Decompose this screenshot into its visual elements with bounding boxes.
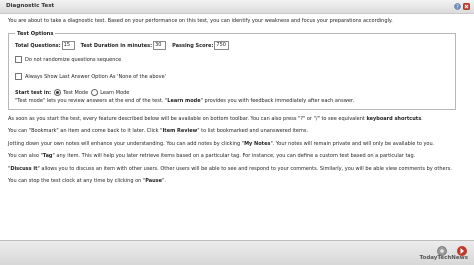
no-randomize-label: Do not randomize questions sequence [25, 56, 122, 63]
test-options-panel: Test Options Total Questions: 15 Test Du… [8, 30, 456, 110]
no-randomize-checkbox[interactable] [15, 56, 22, 64]
toolbar-info-paragraph: As soon as you start the test, every fea… [8, 116, 466, 123]
item-review-text: Item Review [162, 128, 198, 135]
notes-paragraph: Jotting down your own notes will enhance… [8, 141, 466, 148]
mode-description: "Test mode" lets you review answers at t… [15, 98, 449, 105]
pause-bold-text: Pause [145, 178, 163, 185]
duration-label: Test Duration in minutes: [80, 42, 153, 49]
tag-bold-text: Tag [42, 153, 53, 160]
discuss-paragraph: "Discuss it" allows you to discuss an it… [8, 166, 466, 173]
pause-text-end: ". [162, 178, 166, 185]
test-mode-radio[interactable] [54, 89, 62, 97]
notes-text-end: ". Your notes will remain private and wi… [270, 140, 435, 147]
show-last-checkbox[interactable] [15, 73, 22, 81]
mode-desc-part2: " provides you with feedback immediately… [200, 98, 355, 105]
window-title: Diagnostic Test [6, 3, 55, 9]
toolbar-info-text: As soon as you start the test, every fea… [8, 115, 367, 122]
bookmark-text-end: " to list bookmarked and unanswered item… [197, 128, 309, 135]
start-test-label: Start test in: [15, 89, 52, 96]
intro-text: You are about to take a diagnostic test.… [8, 18, 393, 24]
svg-text:?: ? [456, 5, 459, 11]
mode-desc-bold: Learn mode [167, 98, 201, 105]
bookmark-text: You can "Bookmark" an item and come back… [8, 128, 163, 135]
numeric-options-row: Total Questions: 15 Test Duration in min… [15, 40, 449, 51]
show-last-label: Always Show Last Answer Option As 'None … [25, 73, 167, 80]
passing-score-label: Passing Score: [172, 42, 214, 49]
pause-text: You can stop the test clock at any time … [8, 178, 146, 185]
passing-score-input[interactable]: 750 [214, 41, 230, 51]
mode-desc-part1: "Test mode" lets you review answers at t… [15, 98, 168, 105]
bottom-toolbar: TodayTechNews [0, 240, 474, 265]
pause-paragraph: You can stop the test clock at any time … [8, 178, 466, 185]
show-last-row: Always Show Last Answer Option As 'None … [15, 71, 449, 82]
bookmark-paragraph: You can "Bookmark" an item and come back… [8, 128, 466, 135]
learn-mode-radio[interactable] [91, 89, 99, 97]
main-content: You are about to take a diagnostic test.… [8, 18, 466, 185]
discuss-it-text: Discuss it [10, 165, 38, 172]
duration-input[interactable]: 30 [153, 41, 167, 51]
tag-text: You can also " [8, 153, 43, 160]
help-icon[interactable]: ? [454, 3, 461, 10]
notes-text: Jotting down your own notes will enhance… [8, 140, 245, 147]
close-icon[interactable] [463, 3, 470, 10]
discuss-text-end: " allows you to discuss an item with oth… [37, 165, 452, 172]
no-randomize-row: Do not randomize questions sequence [15, 54, 449, 65]
test-options-legend: Test Options [17, 30, 54, 37]
watermark-brand: TodayTechNews [419, 254, 468, 261]
toolbar-info-end: . [421, 115, 423, 122]
keyboard-shortcuts-text: keyboard shortcuts [366, 115, 422, 122]
total-questions-label: Total Questions: [15, 42, 61, 49]
my-notes-text: My Notes [244, 140, 271, 147]
start-mode-row: Start test in: Test Mode Learn Mode [15, 87, 449, 98]
total-questions-input[interactable]: 15 [61, 41, 75, 51]
learn-mode-label: Learn Mode [100, 89, 130, 96]
window-titlebar: Diagnostic Test ? [0, 0, 474, 14]
tag-paragraph: You can also "Tag" any item. This will h… [8, 153, 466, 160]
test-mode-label: Test Mode [63, 89, 89, 96]
tag-text-end: " any item. This will help you later ret… [52, 153, 416, 160]
